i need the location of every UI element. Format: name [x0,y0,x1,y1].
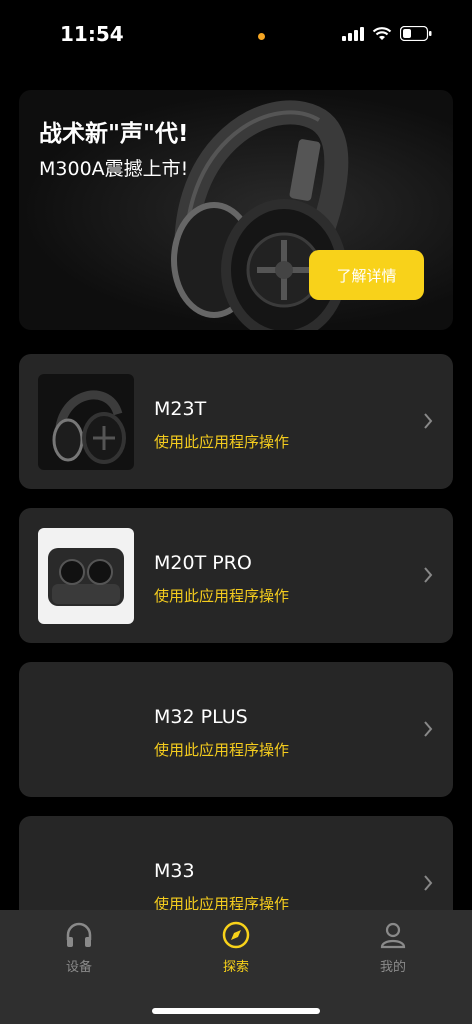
chevron-right-icon [424,875,433,891]
battery-icon [400,26,432,41]
device-card-m20t-pro[interactable]: M20T PRO 使用此应用程序操作 [19,508,453,643]
headphones-icon [66,922,92,947]
learn-more-button[interactable]: 了解详情 [309,250,424,300]
device-name: M23T [154,398,207,420]
device-name: M33 [154,860,195,882]
recording-dot-icon [258,33,265,40]
headphones-thumbnail-icon [52,390,126,464]
chevron-right-icon [424,567,433,583]
device-name: M20T PRO [154,552,252,574]
device-thumbnail [38,528,134,624]
device-subtitle: 使用此应用程序操作 [154,433,290,451]
device-card-m32-plus[interactable]: M32 PLUS 使用此应用程序操作 [19,662,453,797]
device-subtitle: 使用此应用程序操作 [154,587,290,605]
promo-banner[interactable]: 战术新"声"代! M300A震撼上市! 了解详情 [19,90,453,330]
tab-label: 设备 [65,960,92,975]
signal-icon [342,26,364,41]
bottom-tab-bar: 设备 探索 我的 [0,910,472,1024]
tab-me[interactable]: 我的 [348,920,438,975]
wifi-icon [372,26,392,40]
chevron-right-icon [424,413,433,429]
banner-title: 战术新"声"代! [39,121,189,147]
device-thumbnail [38,374,134,470]
home-indicator[interactable] [152,1008,320,1014]
tab-label: 探索 [222,960,249,975]
device-card-m23t[interactable]: M23T 使用此应用程序操作 [19,354,453,489]
banner-subtitle: M300A震撼上市! [39,158,189,180]
tab-explore[interactable]: 探索 [191,920,281,975]
status-bar: 11:54 [0,0,472,70]
compass-icon [222,921,250,949]
status-icons [342,26,432,41]
earbuds-case-thumbnail-icon [48,548,124,606]
status-time: 11:54 [60,22,124,46]
person-icon [380,922,406,949]
tab-devices[interactable]: 设备 [34,920,124,975]
chevron-right-icon [424,721,433,737]
tab-label: 我的 [379,960,406,975]
device-name: M32 PLUS [154,706,248,728]
device-subtitle: 使用此应用程序操作 [154,741,290,759]
